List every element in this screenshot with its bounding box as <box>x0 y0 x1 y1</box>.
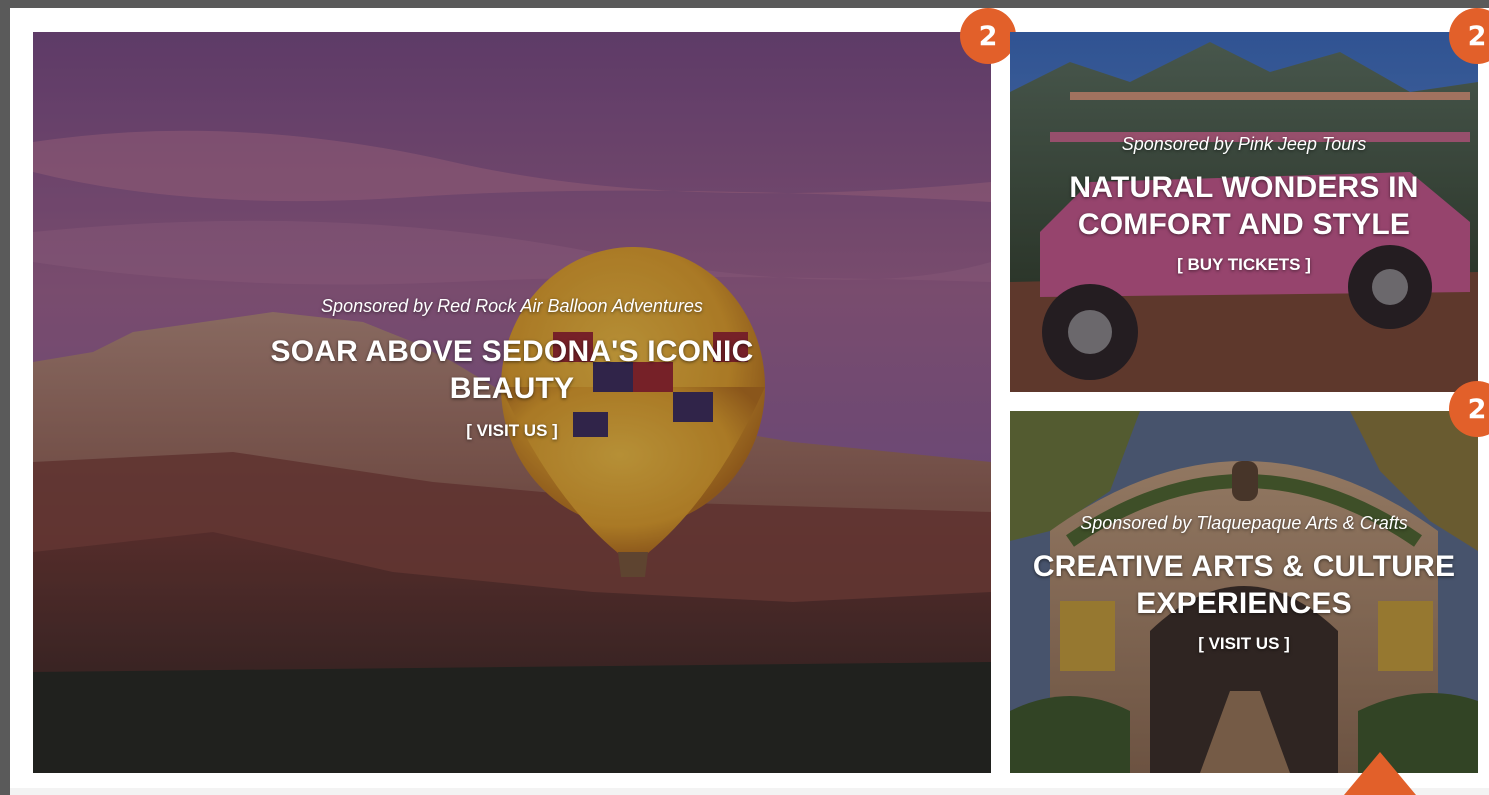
visit-us-link[interactable]: [ VISIT US ] <box>466 421 558 441</box>
triangle-up-icon[interactable] <box>1344 752 1416 795</box>
buy-tickets-link[interactable]: [ BUY TICKETS ] <box>1177 255 1311 275</box>
ad-headline-line-2: COMFORT AND STYLE <box>1077 208 1411 241</box>
ad-copy: Sponsored by Red Rock Air Balloon Advent… <box>33 296 991 441</box>
sponsor-label: Sponsored by Pink Jeep Tours <box>1121 134 1367 154</box>
ad-headline: NATURAL WONDERS IN COMFORT AND STYLE <box>1010 169 1478 243</box>
count-badge: 2 <box>960 8 1016 64</box>
ad-headline-line-1: NATURAL WONDERS IN <box>1069 171 1419 204</box>
ad-card-tlaquepaque[interactable]: Sponsored by Tlaquepaque Arts & Crafts C… <box>1010 411 1478 773</box>
ad-headline-line-2: EXPERIENCES <box>1136 587 1352 620</box>
visit-us-link[interactable]: [ VISIT US ] <box>1198 634 1290 654</box>
ad-copy: Sponsored by Pink Jeep Tours NATURAL WON… <box>1010 134 1478 275</box>
ad-headline: SOAR ABOVE SEDONA'S ICONIC BEAUTY <box>33 333 991 407</box>
ad-copy: Sponsored by Tlaquepaque Arts & Crafts C… <box>1010 513 1478 654</box>
ad-headline-line-1: CREATIVE ARTS & CULTURE <box>1032 550 1456 583</box>
ad-headline-line-1: SOAR ABOVE SEDONA'S ICONIC <box>270 335 754 368</box>
ad-headline-line-2: BEAUTY <box>449 372 575 405</box>
footer-strip <box>10 788 1489 795</box>
ad-headline: CREATIVE ARTS & CULTURE EXPERIENCES <box>1010 548 1478 622</box>
sponsor-label: Sponsored by Tlaquepaque Arts & Crafts <box>1080 513 1408 533</box>
ad-card-balloon[interactable]: Sponsored by Red Rock Air Balloon Advent… <box>33 32 991 773</box>
ad-card-jeep[interactable]: Sponsored by Pink Jeep Tours NATURAL WON… <box>1010 32 1478 392</box>
sponsor-label: Sponsored by Red Rock Air Balloon Advent… <box>321 296 703 316</box>
